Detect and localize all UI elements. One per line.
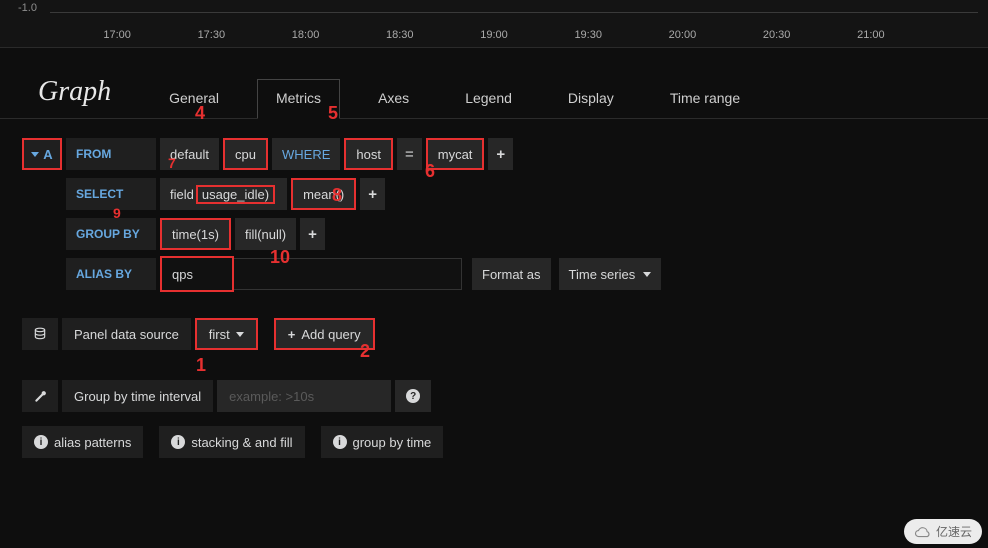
x-axis: 17:00 17:30 18:00 18:30 19:00 19:30 20:0… (0, 29, 988, 41)
database-icon (33, 327, 47, 341)
x-tick: 20:30 (730, 29, 824, 41)
plus-icon: + (288, 327, 296, 342)
wrench-icon (34, 390, 47, 403)
tab-metrics[interactable]: Metrics (257, 79, 340, 119)
groupby-keyword: GROUP BY (66, 218, 156, 250)
where-tag-key[interactable]: host (344, 138, 393, 170)
format-as-value: Time series (569, 267, 636, 282)
from-keyword: FROM (66, 138, 156, 170)
help-label: stacking & and fill (191, 435, 292, 450)
measurement-segment[interactable]: cpu (223, 138, 268, 170)
help-alias-patterns[interactable]: i alias patterns (22, 426, 143, 458)
alias-keyword: ALIAS BY (66, 258, 156, 290)
select-function-segment[interactable]: mean() (291, 178, 356, 210)
where-operator[interactable]: = (397, 138, 422, 170)
caret-down-icon (643, 272, 651, 277)
groupby-add-button[interactable]: + (300, 218, 325, 250)
y-tick: -1.0 (18, 2, 37, 14)
tab-general[interactable]: General (151, 80, 237, 118)
alias-input-redbox (160, 256, 234, 292)
watermark-text: 亿速云 (936, 523, 972, 540)
query-handle-a[interactable]: A (22, 138, 62, 170)
where-keyword: WHERE (272, 138, 340, 170)
field-prefix: field (170, 187, 194, 202)
group-interval-row: Group by time interval ? (22, 379, 966, 413)
info-icon: i (34, 435, 48, 449)
datasource-label: Panel data source (62, 318, 191, 350)
query-select-row: SELECT fieldusage_idle) mean() + (22, 177, 966, 211)
cloud-icon (914, 525, 932, 539)
group-interval-input[interactable] (229, 389, 379, 404)
x-tick: 18:30 (353, 29, 447, 41)
panel-title: Graph (38, 76, 111, 118)
select-field-segment[interactable]: fieldusage_idle) (160, 178, 287, 210)
question-icon: ? (406, 389, 420, 403)
datasource-icon-cell (22, 318, 58, 350)
format-as-label: Format as (472, 258, 551, 290)
info-icon: i (171, 435, 185, 449)
x-tick: 20:00 (635, 29, 729, 41)
group-interval-label: Group by time interval (62, 380, 213, 412)
field-name: usage_idle) (196, 185, 275, 204)
annotation-1: 1 (196, 355, 206, 376)
help-label: group by time (353, 435, 432, 450)
format-as-select[interactable]: Time series (559, 258, 662, 290)
tab-axes[interactable]: Axes (360, 80, 427, 118)
x-tick: 21:00 (824, 29, 918, 41)
info-icon: i (333, 435, 347, 449)
caret-down-icon (236, 332, 244, 337)
axis-line (50, 12, 978, 13)
chart-area: -1.0 17:00 17:30 18:00 18:30 19:00 19:30… (0, 0, 988, 48)
groupby-time-segment[interactable]: time(1s) (160, 218, 231, 250)
groupby-fill-segment[interactable]: fill(null) (235, 218, 296, 250)
x-tick: 18:00 (258, 29, 352, 41)
alias-input-extended[interactable] (234, 258, 462, 290)
query-editor: A FROM default cpu WHERE host = mycat + … (0, 119, 988, 307)
add-query-button[interactable]: + Add query (274, 318, 375, 350)
wrench-icon-cell (22, 380, 58, 412)
select-keyword: SELECT (66, 178, 156, 210)
where-add-button[interactable]: + (488, 138, 513, 170)
group-interval-help[interactable]: ? (395, 380, 431, 412)
where-tag-value[interactable]: mycat (426, 138, 485, 170)
bottom-controls: Panel data source first + Add query 1 2 … (0, 307, 988, 481)
query-letter: A (43, 147, 52, 162)
help-buttons-row: i alias patterns i stacking & and fill i… (22, 425, 966, 459)
tab-legend[interactable]: Legend (447, 80, 530, 118)
panel-tabs-row: Graph General Metrics Axes Legend Displa… (0, 48, 988, 119)
caret-down-icon (31, 152, 39, 157)
datasource-row: Panel data source first + Add query (22, 317, 966, 351)
help-group-by-time[interactable]: i group by time (321, 426, 444, 458)
watermark: 亿速云 (904, 519, 982, 544)
query-groupby-row: GROUP BY time(1s) fill(null) + (22, 217, 966, 251)
x-tick: 19:00 (447, 29, 541, 41)
help-stacking-fill[interactable]: i stacking & and fill (159, 426, 304, 458)
datasource-select[interactable]: first (195, 318, 258, 350)
select-add-button[interactable]: + (360, 178, 385, 210)
alias-input[interactable] (162, 258, 232, 290)
retention-policy-segment[interactable]: default (160, 138, 219, 170)
x-tick: 17:30 (164, 29, 258, 41)
datasource-value: first (209, 327, 230, 342)
tab-display[interactable]: Display (550, 80, 632, 118)
group-interval-input-cell (217, 380, 391, 412)
help-label: alias patterns (54, 435, 131, 450)
add-query-label: Add query (301, 327, 360, 342)
query-alias-row: ALIAS BY Format as Time series (22, 257, 966, 291)
query-from-row: A FROM default cpu WHERE host = mycat + (22, 137, 966, 171)
x-tick: 19:30 (541, 29, 635, 41)
x-tick: 17:00 (70, 29, 164, 41)
tab-time-range[interactable]: Time range (652, 80, 758, 118)
